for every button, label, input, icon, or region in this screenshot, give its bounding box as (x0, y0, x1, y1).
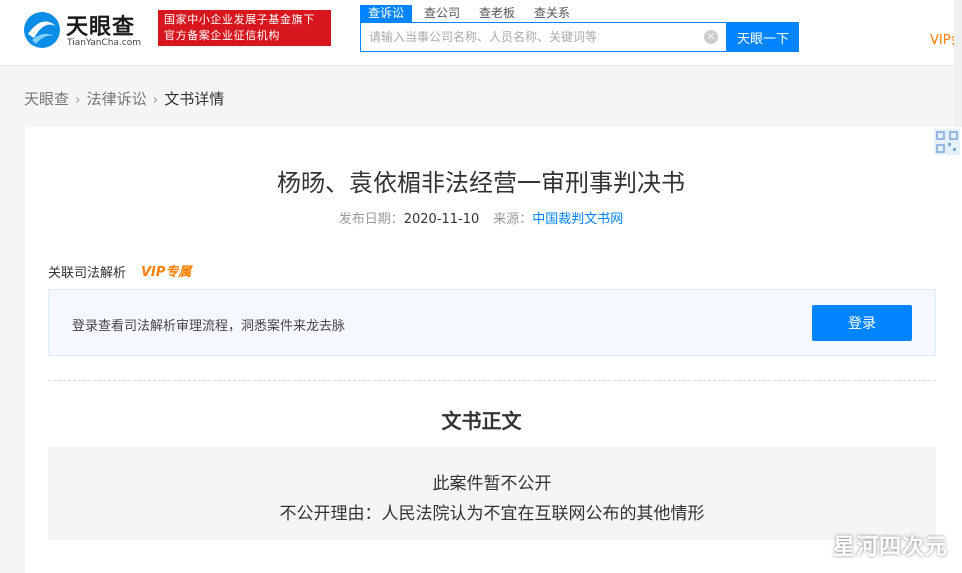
badge-line-2: 官方备案企业征信机构 (164, 29, 280, 42)
document-card: 杨旸、袁依楣非法经营一审刑事判决书 发布日期：2020-11-10 来源：中国裁判… (25, 127, 962, 573)
breadcrumb: 天眼查 › 法律诉讼 › 文书详情 (24, 88, 224, 109)
eye-logo-icon (24, 12, 60, 48)
watermark: 星河四次元 (832, 535, 948, 560)
credential-badge: 国家中小企业发展子基金旗下 官方备案企业征信机构 (158, 10, 331, 46)
login-prompt-box: 登录查看司法解析审理流程，洞悉案件来龙去脉 登录 (48, 289, 936, 356)
search-button[interactable]: 天眼一下 (727, 22, 799, 52)
breadcrumb-lawsuit[interactable]: 法律诉讼 (87, 88, 147, 109)
section-divider (48, 380, 936, 381)
related-analysis-label: 关联司法解析 (48, 266, 127, 281)
login-button[interactable]: 登录 (812, 305, 912, 341)
breadcrumb-current: 文书详情 (164, 90, 225, 108)
document-title: 杨旸、袁依楣非法经营一审刑事判决书 (277, 169, 685, 197)
tab-boss[interactable]: 查老板 (471, 5, 523, 22)
tab-lawsuit[interactable]: 查诉讼 (360, 5, 413, 22)
qr-code-icon[interactable] (934, 129, 960, 155)
search-input[interactable] (361, 23, 696, 51)
publish-date: 2020-11-10 (403, 212, 480, 227)
search-box: × (360, 22, 727, 52)
logo-en-text: TianYanCha.com (67, 38, 142, 48)
login-prompt-text: 登录查看司法解析审理流程，洞悉案件来龙去脉 (72, 319, 346, 334)
notice-heading: 此案件暂不公开 (432, 474, 552, 494)
chevron-right-icon: › (75, 92, 81, 108)
tianyancha-logo[interactable]: 天眼查 TianYanCha.com (22, 8, 152, 52)
tab-company[interactable]: 查公司 (416, 5, 468, 22)
notice-reason: 不公开理由：人民法院认为不宜在互联网公布的其他情形 (279, 504, 705, 524)
vip-exclusive-badge: VIP专属 (141, 265, 192, 280)
section-title: 文书正文 (441, 409, 522, 433)
badge-line-1: 国家中小企业发展子基金旗下 (164, 13, 315, 26)
logo-cn-text: 天眼查 (66, 15, 136, 40)
not-public-notice: 此案件暂不公开 不公开理由：人民法院认为不宜在互联网公布的其他情形 (48, 447, 936, 540)
source-label: 来源： (493, 212, 533, 227)
breadcrumb-home[interactable]: 天眼查 (24, 88, 69, 109)
clear-icon[interactable]: × (704, 30, 718, 44)
tab-relation[interactable]: 查关系 (526, 5, 578, 22)
source-link[interactable]: 中国裁判文书网 (532, 212, 623, 227)
top-header: 天眼查 TianYanCha.com 国家中小企业发展子基金旗下 官方备案企业征… (0, 0, 962, 66)
publish-date-label: 发布日期： (338, 212, 404, 227)
document-meta: 发布日期：2020-11-10 来源：中国裁判文书网 (25, 208, 937, 227)
chevron-right-icon: › (152, 92, 159, 108)
